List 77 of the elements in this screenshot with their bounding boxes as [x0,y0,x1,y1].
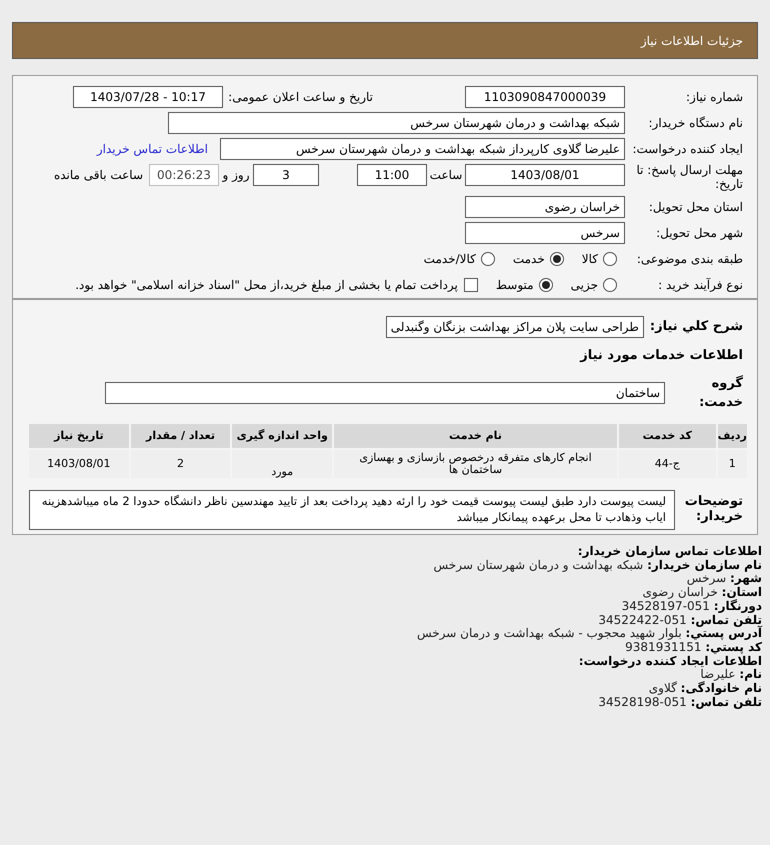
field-label: شرح کلي نياز: [650,318,743,336]
column-header: نام خدمت [333,423,618,449]
field-label: نوع فرآیند خرید : [657,277,743,294]
table-cell: 1 [716,449,748,479]
radio-label: کالا/خدمت [424,251,476,268]
field-label: شهر محل تحویل: [655,225,743,242]
radio-button[interactable] [480,252,495,266]
text-field[interactable]: 1103090847000039 [465,86,625,108]
page-title: جزئیات اطلاعات نیاز [640,32,743,50]
field-label: توضیحات خریدار: [687,494,743,524]
column-header: تعداد / مقدار [130,423,232,449]
field-label: ایجاد کننده درخواست: [631,141,743,158]
text-field[interactable]: 3 [253,164,319,186]
column-header: ردیف [716,423,748,449]
contact-value: بلوار شهید محجوب - شبکه بهداشت و درمان سرخس [416,626,682,640]
contact-value: خراسان رضوی [642,585,718,600]
radio-button[interactable] [603,278,617,292]
section-heading: اطلاعات خدمات مورد نیاز [578,347,743,365]
field-label: تاریخ و ساعت اعلان عمومی: [227,89,373,106]
contact-value: 051-34522422 [598,612,687,627]
radio-button[interactable] [538,278,553,292]
contact-value: 051-34528198 [598,694,687,709]
contact-value: 9381931151 [625,640,702,654]
contact-label: نام خانوادگی: [680,681,762,696]
radio-label: جزیی [570,277,598,294]
radio-label: خدمت [512,251,545,268]
table-cell: 1403/08/01 [28,449,130,479]
text-field[interactable]: 11:00 [357,164,427,186]
table-cell: انجام کارهای متفرقه درخصوص بازسازی و بهسازی ساختمان ها [333,449,618,479]
text-field[interactable]: 1403/07/28 - 10:17 [73,86,223,108]
column-header: تاریخ نیاز [28,423,130,449]
contact-value: سرخس [686,571,726,586]
contact-value: علیرضا [700,667,736,682]
checkbox[interactable] [464,278,478,292]
contact-value: 051-34528197 [622,598,710,613]
countdown-field: 00:26:23 [149,164,219,186]
text-field[interactable]: سرخس [465,222,625,244]
field-label: شماره نیاز: [685,89,743,106]
column-header: کد خدمت [618,423,717,449]
contact-label: تلفن تماس: [690,612,762,627]
contact-label: نام سازمان خریدار: [647,558,762,572]
table-cell: 2 [130,449,232,479]
contact-label: دورنگار: [714,598,762,613]
field-label: ساعت باقی مانده [54,167,143,184]
field-label: استان محل تحویل: [648,199,743,216]
contact-label: کد پستي: [705,640,762,654]
text-field[interactable]: شبکه بهداشت و درمان شهرستان سرخس [168,112,625,134]
contact-value: شبکه بهداشت و درمان شهرستان سرخس [434,558,644,572]
field-label: مهلت ارسال پاسخ: تا تاریخ: [635,163,743,191]
field-label: گروه خدمت: [698,374,743,412]
table-cell: مورد [231,449,334,479]
contact-heading: اطلاعات تماس سازمان خریدار: [578,544,762,558]
contact-label: شهر: [730,571,762,586]
contact-label: تلفن تماس: [690,694,762,709]
text-field[interactable]: خراسان رضوی [465,196,625,218]
notes-field: لیست پیوست دارد طبق لیست پیوست قیمت خود را ارئه دهید پرداخت بعد از تایید مهندسین ناظر دانشگاه حدودا 2 ماه میباشدهزینه ایاب وذهادب تا محل برعهده پیمانکار میباشد [29,490,675,530]
radio-label: متوسط [496,277,534,294]
field-label: روز و [221,167,250,184]
field-label: طبقه بندی موضوعی: [636,251,743,268]
field-label: ساعت [428,167,464,184]
contact-heading: اطلاعات ایجاد کننده درخواست: [578,654,762,668]
text-field[interactable]: علیرضا گلاوی کارپرداز شبکه بهداشت و درمان شهرستان سرخس [220,138,625,160]
contact-label: نام: [739,667,762,682]
checkbox-label: پرداخت تمام یا بخشی از مبلغ خرید،از محل "اسناد خزانه اسلامی" خواهد بود. [75,277,458,294]
radio-button[interactable] [603,252,617,266]
field-label: نام دستگاه خریدار: [648,115,743,132]
text-field[interactable]: 1403/08/01 [465,164,625,186]
contact-label: آدرس پستي: [686,626,762,640]
contact-label: استان: [722,585,762,600]
radio-button[interactable] [550,252,564,266]
contact-value: گلاوی [648,681,677,696]
radio-label: کالا [582,251,598,268]
column-header: واحد اندازه گیری [231,423,334,449]
text-field[interactable]: ساختمان [105,382,665,404]
text-field[interactable]: طراحی سایت پلان مراکز بهداشت بزنگان وگنبدلی [386,316,644,338]
table-cell: ج-44 [618,449,717,479]
contact-link[interactable]: اطلاعات تماس خریدار [96,140,208,158]
